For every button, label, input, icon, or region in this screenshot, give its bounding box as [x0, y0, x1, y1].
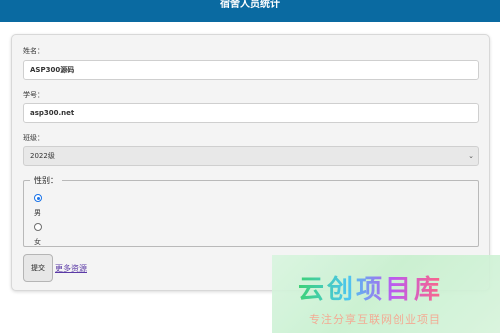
app-header: 宿舍人员统计: [0, 0, 500, 22]
watermark-overlay: 云创项目库 专注分享互联网创业项目: [272, 255, 500, 333]
submit-button[interactable]: 提交: [23, 254, 53, 282]
name-label: 姓名：: [23, 47, 44, 55]
class-select-value: 2022级: [30, 152, 55, 160]
dorm-form: 姓名： ASP300源码 学号： asp300.net 班级： 2022级 ⌄ …: [11, 34, 490, 291]
gender-label-female: 女: [34, 238, 41, 246]
gender-label-male: 男: [34, 209, 41, 217]
student-id-input[interactable]: asp300.net: [23, 103, 479, 123]
watermark-logo: 云创项目库: [298, 269, 443, 306]
name-input[interactable]: ASP300源码: [23, 60, 479, 80]
gender-radio-male[interactable]: [34, 194, 42, 202]
watermark-slogan: 专注分享互联网创业项目: [309, 313, 441, 326]
gender-fieldset: 性别： 男 女: [23, 175, 479, 247]
id-label: 学号：: [23, 91, 44, 99]
chevron-down-icon: ⌄: [468, 152, 474, 160]
gender-legend: 性别：: [34, 176, 58, 185]
gender-radio-female[interactable]: [34, 223, 42, 231]
class-label: 班级：: [23, 134, 44, 142]
more-resources-link[interactable]: 更多资源: [55, 263, 87, 274]
class-select[interactable]: 2022级 ⌄: [23, 146, 479, 166]
page-title: 宿舍人员统计: [220, 0, 280, 10]
